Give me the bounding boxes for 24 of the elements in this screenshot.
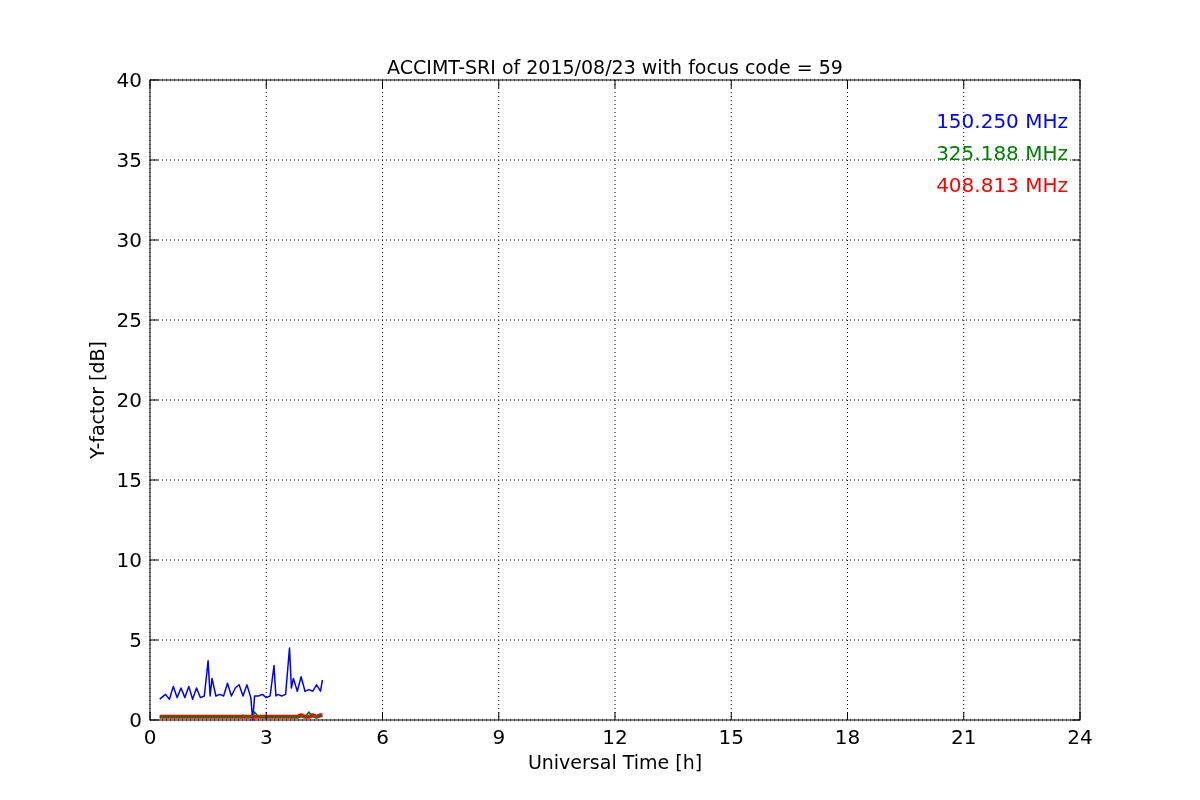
legend-label: 408.813 MHz xyxy=(936,173,1068,197)
x-tick-label: 24 xyxy=(1067,725,1093,749)
y-tick-label: 15 xyxy=(116,468,142,492)
x-tick-label: 6 xyxy=(376,725,389,749)
y-tick-label: 10 xyxy=(116,548,142,572)
x-tick-label: 18 xyxy=(834,725,861,749)
y-tick-label: 40 xyxy=(116,68,142,92)
chart-title: ACCIMT-SRI of 2015/08/23 with focus code = 59 xyxy=(387,56,843,78)
legend-label: 150.250 MHz xyxy=(936,109,1068,133)
y-tick-label: 35 xyxy=(116,148,142,172)
y-tick-label: 20 xyxy=(116,388,142,412)
x-axis-label: Universal Time [h] xyxy=(527,751,703,773)
y-tick-label: 5 xyxy=(129,628,142,652)
x-tick-label: 21 xyxy=(951,725,977,749)
y-tick-label: 30 xyxy=(116,228,142,252)
x-tick-label: 9 xyxy=(492,725,506,749)
y-axis-label: Y-factor [dB] xyxy=(86,341,108,459)
x-tick-label: 15 xyxy=(718,725,744,749)
legend-label: 325.188 MHz xyxy=(936,141,1068,165)
y-tick-label: 0 xyxy=(129,708,142,732)
x-tick-label: 0 xyxy=(143,725,157,749)
x-tick-label: 3 xyxy=(259,725,273,749)
y-tick-label: 25 xyxy=(116,308,142,332)
x-tick-label: 12 xyxy=(602,725,628,749)
